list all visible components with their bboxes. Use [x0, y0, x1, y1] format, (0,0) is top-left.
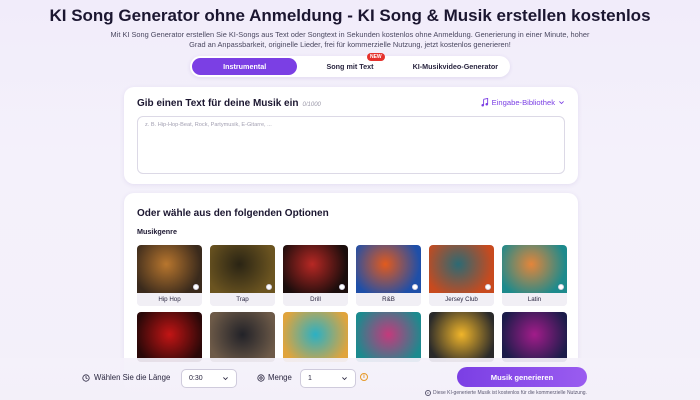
options-heading: Oder wähle aus den folgenden Optionen	[137, 208, 329, 219]
tab-label: Song mit Text	[326, 62, 374, 71]
genre-image	[429, 312, 494, 362]
input-library-button[interactable]: Eingabe-Bibliothek	[480, 98, 565, 107]
generate-music-button[interactable]: Musik generieren	[457, 367, 587, 387]
page-subtitle: Mit KI Song Generator erstellen Sie KI-S…	[110, 30, 590, 49]
genre-label: Latin	[502, 293, 567, 306]
mode-tabs: Instrumental Song mit Text NEW KI-Musikv…	[190, 53, 510, 77]
length-select[interactable]: 0:30	[181, 369, 237, 388]
genre-radio[interactable]	[412, 284, 418, 290]
length-label: Wählen Sie die Länge	[82, 373, 170, 382]
genre-label: Hip Hop	[137, 293, 202, 306]
genre-radio[interactable]	[485, 284, 491, 290]
quantity-select[interactable]: 1	[300, 369, 356, 388]
genre-image	[283, 312, 348, 362]
genre-tile[interactable]: Trap	[210, 245, 275, 306]
genre-image	[210, 312, 275, 362]
input-library-label: Eingabe-Bibliothek	[491, 98, 555, 107]
quantity-label-text: Menge	[268, 373, 292, 382]
chevron-down-icon	[223, 377, 228, 381]
length-value: 0:30	[189, 375, 203, 382]
quantity-value: 1	[308, 375, 312, 382]
genre-label: Jersey Club	[429, 293, 494, 306]
stack-icon	[257, 373, 265, 382]
tab-song-mit-text[interactable]: Song mit Text NEW	[297, 53, 402, 75]
genre-tile[interactable]	[137, 312, 202, 362]
genre-label: Drill	[283, 293, 348, 306]
chevron-down-icon	[559, 101, 564, 105]
page-title: KI Song Generator ohne Anmeldung - KI So…	[49, 6, 651, 25]
tab-instrumental[interactable]: Instrumental	[192, 58, 298, 75]
quantity-label: Menge	[257, 373, 292, 382]
genre-tile[interactable]	[210, 312, 275, 362]
info-icon[interactable]: i	[360, 373, 368, 381]
genre-tile[interactable]: R&B	[356, 245, 421, 306]
genre-radio[interactable]	[558, 284, 564, 290]
char-counter: 0/1000	[302, 102, 321, 108]
prompt-card: Gib einen Text für deine Musik ein 0/1000…	[124, 87, 578, 184]
genre-image	[356, 312, 421, 362]
genre-image	[137, 312, 202, 362]
genre-tile[interactable]	[429, 312, 494, 362]
length-label-text: Wählen Sie die Länge	[94, 373, 171, 382]
genre-tile[interactable]: Jersey Club	[429, 245, 494, 306]
clock-icon	[82, 373, 90, 382]
genre-tile[interactable]: Latin	[502, 245, 567, 306]
genre-tile[interactable]: Drill	[283, 245, 348, 306]
prompt-textarea[interactable]: z. B. Hip-Hop-Beat, Rock, Partymusik, E-…	[137, 116, 565, 174]
genre-radio[interactable]	[193, 284, 199, 290]
commercial-use-note: c Diese KI-generierte Musik ist kostenlo…	[425, 390, 587, 396]
genre-section-title: Musikgenre	[137, 227, 177, 236]
tab-musikvideo[interactable]: KI-Musikvideo-Generator	[403, 58, 508, 75]
genre-label: R&B	[356, 293, 421, 306]
prompt-heading: Gib einen Text für deine Musik ein 0/1000	[137, 98, 321, 109]
genre-image	[502, 312, 567, 362]
genre-tile[interactable]: Hip Hop	[137, 245, 202, 306]
prompt-heading-text: Gib einen Text für deine Musik ein	[137, 98, 299, 109]
genre-label: Trap	[210, 293, 275, 306]
copyright-icon: c	[425, 390, 431, 396]
genre-tile[interactable]	[356, 312, 421, 362]
genre-radio[interactable]	[266, 284, 272, 290]
music-note-icon	[481, 98, 488, 107]
genre-radio[interactable]	[339, 284, 345, 290]
chevron-down-icon	[342, 377, 347, 381]
new-badge: NEW	[366, 53, 385, 61]
note-text: Diese KI-generierte Musik ist kostenlos …	[433, 390, 587, 396]
genre-tile[interactable]	[502, 312, 567, 362]
genre-tile[interactable]	[283, 312, 348, 362]
